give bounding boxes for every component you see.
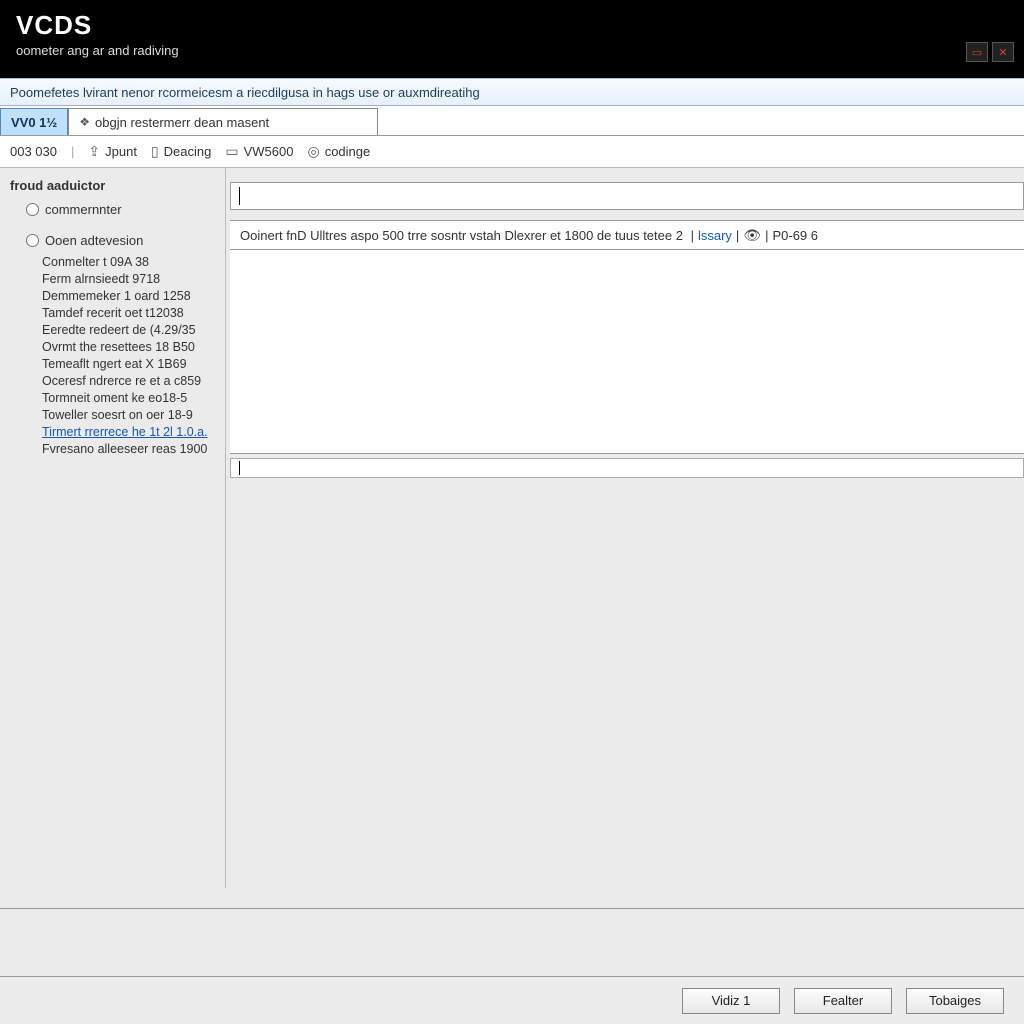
tree-list: Conmelter t 09A 38Ferm alrnsieedt 9718De… — [42, 253, 219, 457]
text-cursor — [239, 187, 240, 205]
info-sep3: | — [765, 228, 768, 243]
info-sep2: | — [736, 228, 739, 243]
tree-item[interactable]: Fvresano alleeseer reas 1900 — [42, 440, 219, 457]
info-code: P0-69 6 — [772, 228, 818, 243]
pointer-icon: ⇪ — [88, 143, 100, 160]
tree-item[interactable]: Toweller soesrt on oer 18-9 — [42, 406, 219, 423]
tree-item[interactable]: Tirmert rrerrece he 1t 2l 1.0.a. — [42, 423, 219, 440]
text-cursor — [239, 461, 240, 475]
radio-commernnter[interactable]: commernnter — [10, 199, 219, 220]
window-caption: Poomefetes lvirant nenor rcormeicesm a r… — [0, 78, 1024, 106]
header-icons: ▭ ✕ — [966, 42, 1014, 62]
app-header: VCDS oometer ang ar and radiving ▭ ✕ — [0, 0, 1024, 78]
radio-adtevesion[interactable]: Ooen adtevesion — [10, 230, 219, 251]
fealter-button[interactable]: Fealter — [794, 988, 892, 1014]
info-link[interactable]: lssary — [698, 228, 732, 243]
radio-label: commernnter — [45, 202, 122, 217]
content-area — [230, 250, 1024, 454]
workarea: froud aaduictor commernnter Ooen adteves… — [0, 168, 1024, 888]
toolbar: 003 030 | ⇪Jpunt ▯Deacing ▭VW5600 ◎codin… — [0, 136, 1024, 168]
app-subtitle: oometer ang ar and radiving — [16, 43, 1008, 58]
tab-primary[interactable]: VV0 1½ — [0, 108, 68, 135]
info-bar: Ooinert fnD Ulltres aspo 500 trre sosntr… — [230, 220, 1024, 250]
toolbar-vw[interactable]: ▭VW5600 — [225, 143, 293, 160]
sidebar: froud aaduictor commernnter Ooen adteves… — [0, 168, 226, 888]
close-icon[interactable]: ✕ — [992, 42, 1014, 62]
vidiz-button[interactable]: Vidiz 1 — [682, 988, 780, 1014]
radio-input[interactable] — [26, 234, 39, 247]
tab-label: obgjn restermerr dean masent — [95, 115, 269, 130]
sidebar-title: froud aaduictor — [10, 178, 219, 193]
tobaiges-button[interactable]: Tobaiges — [906, 988, 1004, 1014]
doc-icon: ▭ — [225, 143, 238, 160]
divider — [0, 908, 1024, 909]
tab-label: VV0 1½ — [11, 115, 57, 130]
tree-item[interactable]: Temeaflt ngert eat X 1B69 — [42, 355, 219, 372]
tab-strip: VV0 1½ ❖ obgjn restermerr dean masent — [0, 106, 1024, 136]
tree-item[interactable]: Eeredte redeert de (4.29/35 — [42, 321, 219, 338]
search-input[interactable] — [230, 182, 1024, 210]
toolbar-jpunt[interactable]: ⇪Jpunt — [88, 143, 137, 160]
tree-item[interactable]: Demmemeker 1 oard 1258 — [42, 287, 219, 304]
eye-icon[interactable]: 👁 — [743, 227, 761, 244]
radio-label: Ooen adtevesion — [45, 233, 143, 248]
info-sep: | — [687, 228, 694, 243]
secondary-input[interactable] — [230, 458, 1024, 478]
page-icon: ▯ — [151, 143, 159, 160]
tree-item[interactable]: Ferm alrnsieedt 9718 — [42, 270, 219, 287]
minimize-icon[interactable]: ▭ — [966, 42, 988, 62]
main-panel: Ooinert fnD Ulltres aspo 500 trre sosntr… — [226, 168, 1024, 888]
tree-item[interactable]: Tamdef recerit oet t12038 — [42, 304, 219, 321]
tree-item[interactable]: Conmelter t 09A 38 — [42, 253, 219, 270]
footer-bar: Vidiz 1 Fealter Tobaiges — [0, 976, 1024, 1024]
tab-secondary[interactable]: ❖ obgjn restermerr dean masent — [68, 108, 378, 135]
wing-icon: ❖ — [79, 115, 90, 129]
info-text: Ooinert fnD Ulltres aspo 500 trre sosntr… — [240, 228, 683, 243]
disk-icon: ◎ — [307, 143, 319, 160]
radio-input[interactable] — [26, 203, 39, 216]
toolbar-coding[interactable]: ◎codinge — [307, 143, 370, 160]
toolbar-sep: | — [71, 144, 74, 159]
toolbar-deacing[interactable]: ▯Deacing — [151, 143, 211, 160]
tree-item[interactable]: Oceresf ndrerce re et a c859 — [42, 372, 219, 389]
tree-item[interactable]: Ovrmt the resettees 18 B50 — [42, 338, 219, 355]
app-title: VCDS — [16, 10, 1008, 41]
toolbar-address[interactable]: 003 030 — [10, 144, 57, 159]
tree-item[interactable]: Tormneit oment ke eo18-5 — [42, 389, 219, 406]
